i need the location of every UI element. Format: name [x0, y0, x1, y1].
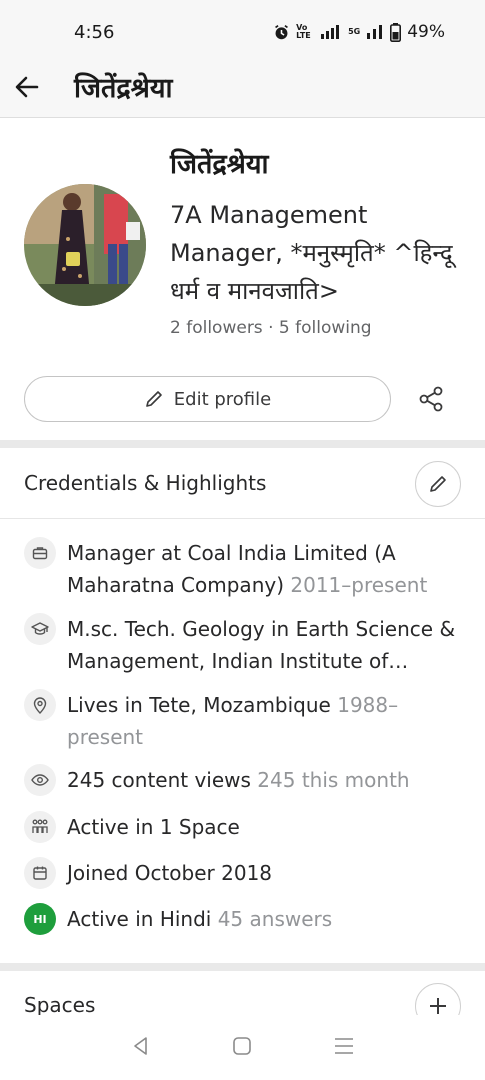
credential-main: Active in 1 Space [67, 815, 240, 839]
calendar-icon [24, 857, 56, 889]
credential-muted: 2011–present [284, 573, 428, 597]
credential-item[interactable]: Manager at Coal India Limited (A Maharat… [24, 537, 469, 601]
avatar-photo [24, 184, 146, 306]
spaces-section: Spaces [0, 971, 485, 1015]
triangle-back-icon [134, 1037, 147, 1055]
section-divider [0, 440, 485, 448]
credential-muted: 245 this month [250, 768, 410, 792]
pencil-icon [145, 391, 162, 407]
edit-profile-button[interactable]: Edit profile [24, 376, 391, 422]
share-icon [419, 386, 443, 412]
profile-name: जितेंद्रश्रेया [170, 149, 269, 180]
page-title: जितेंद्रश्रेया [74, 73, 173, 104]
credential-item[interactable]: Lives in Tete, Mozambique 1988–present [24, 689, 469, 753]
people-icon [24, 811, 56, 843]
credential-item[interactable]: M.sc. Tech. Geology in Earth Science & M… [24, 613, 469, 677]
signal-5g-icon [367, 25, 383, 39]
credential-main: M.sc. Tech. Geology in Earth Science & M… [67, 617, 456, 673]
following-link[interactable]: 5 following [279, 318, 372, 338]
add-space-button[interactable] [415, 983, 461, 1015]
system-nav-bar [0, 1016, 485, 1080]
section-divider [0, 963, 485, 971]
spaces-header: Spaces [24, 993, 96, 1015]
profile-bio: 7A Management Manager, *मनुस्मृति* ^हिन्… [170, 196, 470, 310]
follow-counts: 2 followers · 5 following [170, 318, 372, 338]
volte-label: Vo LTE [296, 23, 311, 40]
menu-recents-icon [335, 1038, 354, 1054]
followers-link[interactable]: 2 followers [170, 318, 263, 338]
credential-item[interactable]: Joined October 2018 [24, 857, 469, 889]
credential-main: Joined October 2018 [67, 861, 273, 885]
signal-icon [321, 25, 340, 39]
status-icons: Vo LTE 5G 49% [273, 22, 445, 42]
location-pin-icon [24, 689, 56, 721]
credential-text: Manager at Coal India Limited (A Maharat… [67, 537, 469, 601]
battery-icon [390, 22, 402, 42]
language-badge-icon: HI [24, 903, 56, 935]
credential-text: Active in 1 Space [67, 811, 240, 843]
share-button[interactable] [412, 380, 450, 418]
follow-separator: · [268, 318, 274, 338]
avatar[interactable] [24, 184, 146, 306]
battery-percent: 49% [407, 22, 445, 42]
arrow-left-icon [15, 76, 39, 98]
credential-main: Active in Hindi [67, 907, 212, 931]
edit-profile-label: Edit profile [173, 388, 272, 410]
bio-line: 7A Management [170, 201, 368, 229]
header-divider [0, 518, 485, 519]
credential-item[interactable]: Active in 1 Space [24, 811, 469, 843]
credential-main: Lives in Tete, Mozambique [67, 693, 331, 717]
credential-text: M.sc. Tech. Geology in Earth Science & M… [67, 613, 469, 677]
status-bar: 4:56 Vo LTE 5G 49% [0, 0, 485, 62]
nav-home-button[interactable] [232, 1036, 252, 1060]
credential-text: 245 content views 245 this month [67, 764, 410, 796]
back-button[interactable] [10, 70, 44, 104]
nav-back-button[interactable] [131, 1036, 151, 1060]
edit-credentials-button[interactable] [415, 461, 461, 507]
credential-item[interactable]: HI Active in Hindi 45 answers [24, 903, 469, 935]
nav-recents-button[interactable] [334, 1036, 354, 1060]
alarm-icon [275, 24, 288, 39]
credential-muted: 45 answers [211, 907, 333, 931]
credentials-header: Credentials & Highlights [24, 471, 267, 495]
credential-main: 245 content views [67, 768, 251, 792]
credential-text: Active in Hindi 45 answers [67, 903, 332, 935]
plus-icon [430, 998, 446, 1014]
briefcase-icon [24, 537, 56, 569]
bio-line: धर्म व मानवजाति> [170, 277, 339, 305]
square-home-icon [233, 1037, 252, 1055]
graduation-cap-icon [24, 613, 56, 645]
eye-icon [24, 764, 56, 796]
app-bar: जितेंद्रश्रेया [0, 62, 485, 118]
bio-line: Manager, *मनुस्मृति* ^हिन्दू [170, 239, 453, 267]
credential-text: Lives in Tete, Mozambique 1988–present [67, 689, 469, 753]
credential-item[interactable]: 245 content views 245 this month [24, 764, 469, 796]
credential-text: Joined October 2018 [67, 857, 272, 889]
pencil-icon [430, 476, 446, 492]
status-time: 4:56 [74, 22, 115, 43]
network-type-label: 5G [348, 27, 361, 36]
